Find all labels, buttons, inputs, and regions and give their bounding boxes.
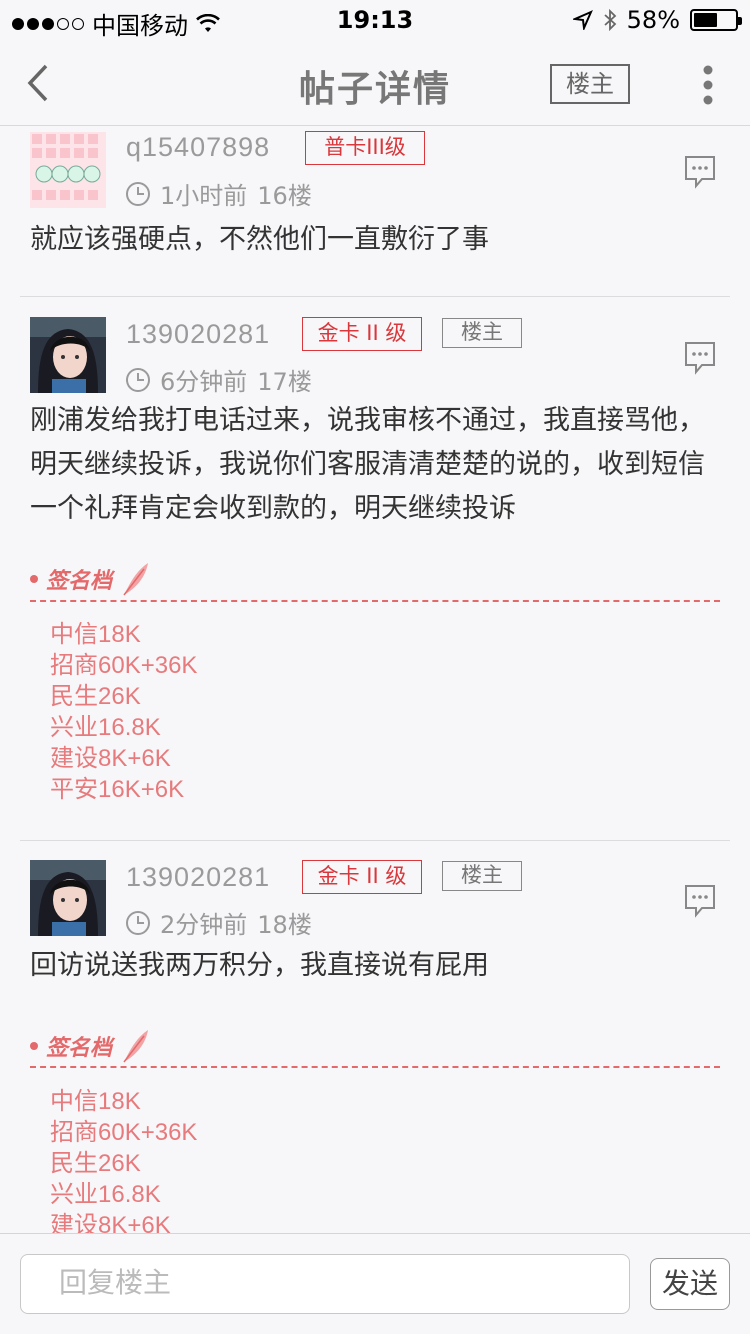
post-meta: 6分钟前 17楼 — [126, 362, 312, 397]
username[interactable]: 139020281 — [126, 319, 270, 350]
bullet-dot — [30, 575, 38, 583]
level-badge: 金卡 II 级 — [302, 317, 422, 351]
divider — [20, 296, 730, 297]
signature-line: 招商60K+36K — [50, 652, 198, 679]
floor-number: 18楼 — [257, 911, 312, 939]
post-time: 6分钟前 — [160, 368, 248, 396]
clock-icon — [126, 181, 150, 206]
signature-title: 签名档 — [30, 561, 150, 597]
signature-line: 兴业16.8K — [50, 1181, 161, 1208]
floor-number: 17楼 — [257, 368, 312, 396]
comment-icon[interactable] — [684, 884, 716, 918]
reply-input[interactable]: 回复楼主 — [20, 1254, 630, 1314]
signature-line: 中信18K — [50, 1088, 141, 1115]
floor-number: 16楼 — [257, 182, 312, 210]
status-right: 58% — [572, 6, 742, 34]
username[interactable]: q15407898 — [126, 132, 270, 163]
level-badge: 普卡III级 — [305, 131, 425, 165]
more-vertical-icon[interactable] — [700, 64, 716, 106]
page-title: 帖子详情 — [298, 69, 451, 110]
clock-icon — [126, 910, 150, 935]
signature-label: 签名档 — [46, 1035, 113, 1061]
battery-percent: 58% — [626, 6, 680, 34]
battery-fill — [694, 13, 718, 27]
nav-bar: 帖子详情 楼主 — [0, 40, 750, 126]
feather-icon — [123, 1030, 149, 1063]
signature-lines: 中信18K 招商60K+36K 民生26K 兴业16.8K 建设8K+6K — [50, 1086, 197, 1233]
send-button[interactable]: 发送 — [650, 1258, 730, 1310]
comment-icon[interactable] — [684, 341, 716, 375]
battery-icon — [690, 9, 742, 31]
bluetooth-icon — [604, 8, 616, 32]
owner-badge: 楼主 — [442, 318, 522, 348]
signature-lines: 中信18K 招商60K+36K 民生26K 兴业16.8K 建设8K+6K 平安… — [50, 619, 197, 805]
location-arrow-icon — [572, 10, 593, 30]
signature-line: 中信18K — [50, 621, 141, 648]
owner-badge: 楼主 — [442, 861, 522, 891]
feather-icon — [123, 563, 149, 596]
signature-line: 建设8K+6K — [50, 1212, 171, 1233]
reply-bar: 回复楼主 发送 — [0, 1233, 750, 1334]
post-body: 就应该强硬点，不然他们一直敷衍了事 — [30, 224, 489, 255]
signature-line: 建设8K+6K — [50, 745, 171, 772]
post-body: 刚浦发给我打电话过来，说我审核不通过，我直接骂他，明天继续投诉，我说你们客服清清… — [30, 405, 705, 524]
status-bar: 中国移动 19:13 58% — [0, 0, 750, 40]
post-body: 回访说送我两万积分，我直接说有屁用 — [30, 950, 489, 981]
post-meta: 1小时前 16楼 — [126, 176, 312, 211]
signature-line: 兴业16.8K — [50, 714, 161, 741]
signature-title: 签名档 — [30, 1028, 150, 1064]
post-meta: 2分钟前 18楼 — [126, 905, 312, 940]
divider — [20, 840, 730, 841]
signature-line: 民生26K — [50, 1150, 141, 1177]
avatar[interactable] — [30, 317, 106, 393]
level-badge: 金卡 II 级 — [302, 860, 422, 894]
username[interactable]: 139020281 — [126, 862, 270, 893]
avatar[interactable] — [30, 132, 106, 208]
signature-line: 民生26K — [50, 683, 141, 710]
signature-line: 招商60K+36K — [50, 1119, 198, 1146]
bullet-dot — [30, 1042, 38, 1050]
clock-icon — [126, 367, 150, 392]
post-time: 1小时前 — [160, 182, 248, 210]
signature-label: 签名档 — [46, 568, 113, 594]
avatar[interactable] — [30, 860, 106, 936]
signature-divider — [30, 600, 720, 602]
comment-icon[interactable] — [684, 155, 716, 189]
signature-line: 平安16K+6K — [50, 776, 185, 803]
post-list[interactable]: q15407898 普卡III级 1小时前 16楼 就应该强硬点，不然他们一直敷… — [0, 127, 750, 1233]
only-owner-button[interactable]: 楼主 — [550, 64, 630, 104]
signature-divider — [30, 1066, 720, 1068]
post-time: 2分钟前 — [160, 911, 248, 939]
